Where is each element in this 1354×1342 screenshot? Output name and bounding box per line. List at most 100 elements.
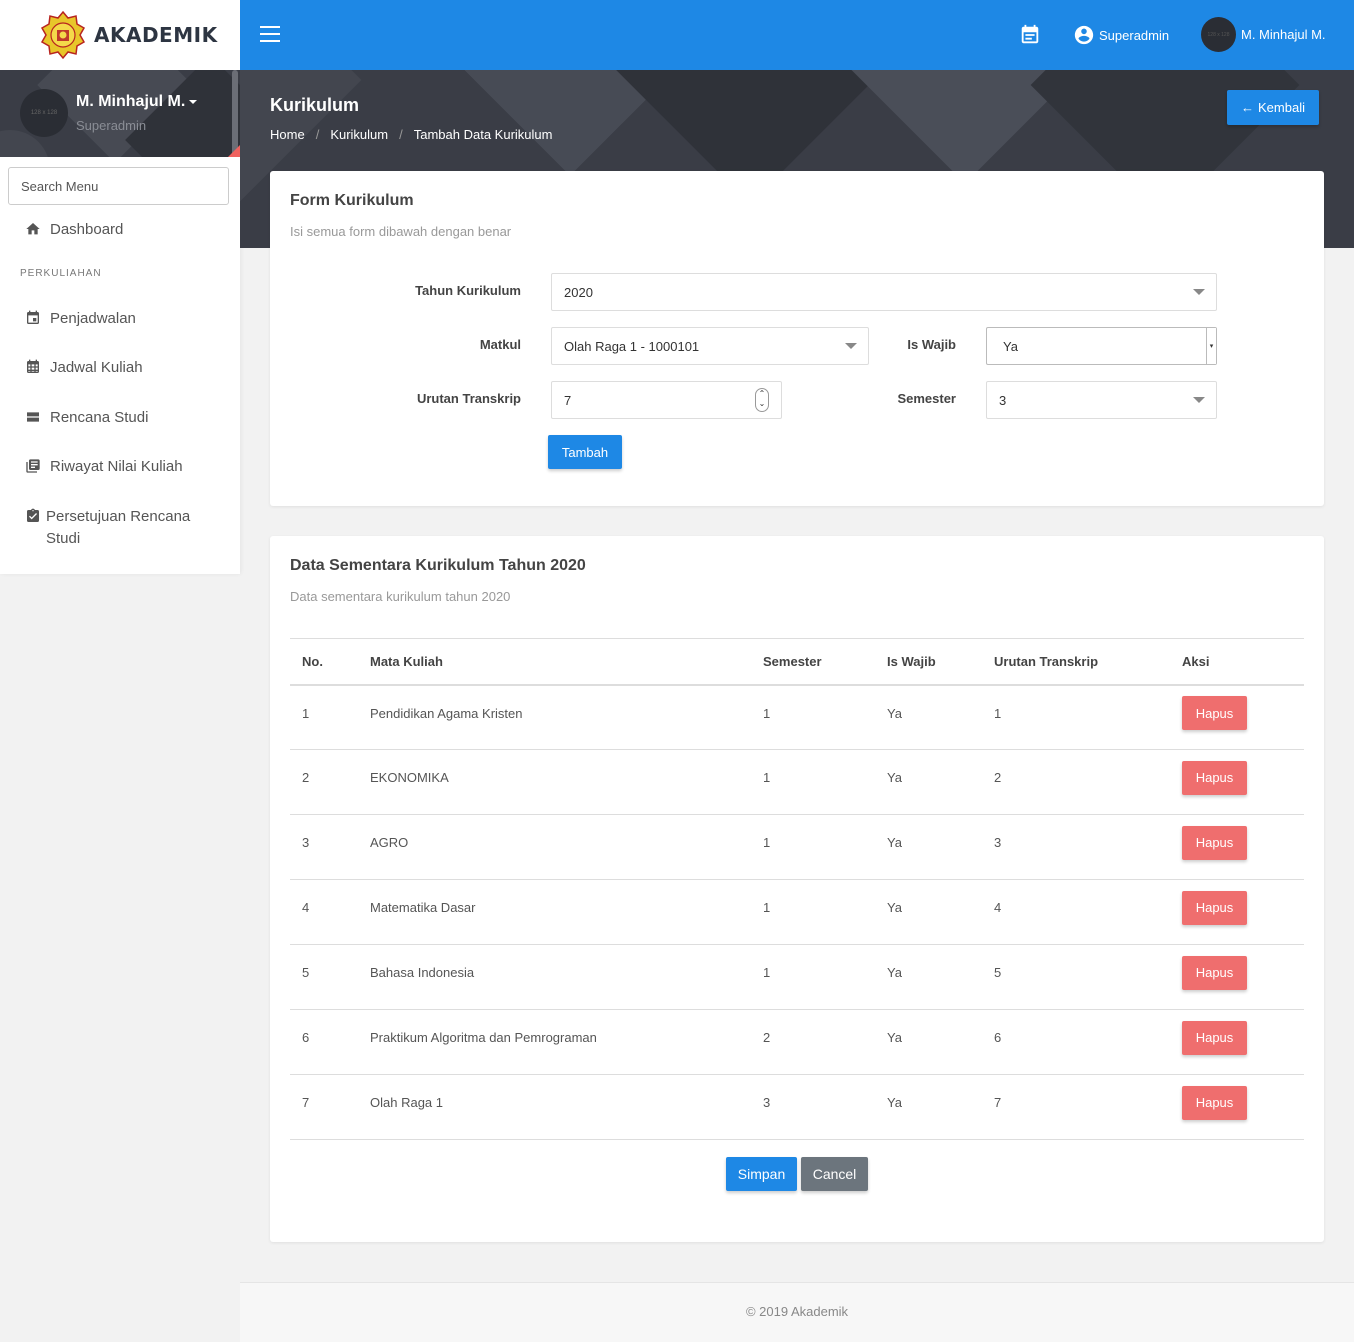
decor-corner [228,145,240,157]
page-title: Kurikulum [270,95,360,115]
simpan-button[interactable]: Simpan [726,1157,797,1191]
table-row: 2 EKONOMIKA 1 Ya 2 Hapus [290,749,1304,815]
data-card: Data Sementara Kurikulum Tahun 2020 Data… [270,536,1324,1242]
table-row: 5 Bahasa Indonesia 1 Ya 5 Hapus [290,944,1304,1010]
cell-semester: 1 [751,684,875,750]
cell-wajib: Ya [875,944,982,1010]
caret-down-icon [189,99,198,104]
tahun-select[interactable]: 2020 [551,273,1217,311]
cell-matkul: AGRO [358,814,751,880]
hapus-button[interactable]: Hapus [1182,890,1247,925]
calendar-grid-icon [27,359,39,373]
col-no: No. [290,638,358,686]
cell-semester: 1 [751,814,875,880]
col-aksi: Aksi [1170,638,1304,686]
hapus-button[interactable]: Hapus [1182,696,1247,730]
cell-semester: 3 [751,1074,875,1140]
breadcrumb-home[interactable]: Home [270,127,305,142]
table-row: 1 Pendidikan Agama Kristen 1 Ya 1 Hapus [290,684,1304,750]
form-card: Form Kurikulum Isi semua form dibawah de… [270,171,1324,506]
hapus-button[interactable]: Hapus [1182,1020,1247,1055]
user-menu[interactable]: 128 x 128 M. Minhajul M. [1201,17,1326,52]
sidebar-item-penjadwalan[interactable]: Penjadwalan [25,308,136,330]
user-menu-toggle[interactable]: M. Minhajul M. [76,93,198,111]
matkul-label: Matkul [479,337,521,352]
sidebar-item-rencana-studi[interactable]: Rencana Studi [25,407,148,429]
wajib-select[interactable]: Ya ▾ [986,327,1217,365]
matkul-value: Olah Raga 1 - 1000101 [564,338,700,354]
cell-matkul: Pendidikan Agama Kristen [358,684,751,750]
calendar-icon[interactable] [1019,24,1041,46]
sidebar: AKADEMIK 128 x 128 M. Minhajul M. Supera… [0,0,240,574]
matkul-select[interactable]: Olah Raga 1 - 1000101 [551,327,869,365]
semester-select[interactable]: 3 [986,381,1217,419]
search-menu-input[interactable] [8,167,229,205]
form-title: Form Kurikulum [290,192,414,209]
cell-aksi: Hapus [1170,684,1304,750]
breadcrumb-kurikulum[interactable]: Kurikulum [330,127,388,142]
form-subtitle: Isi semua form dibawah dengan benar [290,224,512,239]
university-logo-icon [40,10,86,60]
cancel-button[interactable]: Cancel [801,1157,868,1191]
home-icon [26,223,40,235]
arrow-left-icon: ← [1241,100,1255,115]
semester-value: 3 [999,392,1007,408]
cell-matkul: EKONOMIKA [358,749,751,815]
cell-aksi: Hapus [1170,879,1304,945]
back-button[interactable]: ← Kembali [1227,90,1319,125]
brand-name: AKADEMIK [94,23,218,47]
cell-wajib: Ya [875,684,982,750]
clipboard-check-icon [27,508,39,522]
col-semester: Semester [751,638,875,686]
breadcrumb-current: Tambah Data Kurikulum [413,127,553,142]
sidebar-scrollbar[interactable] [232,70,238,157]
native-select-arrow-icon: ▾ [1206,328,1216,364]
cell-no: 5 [290,944,358,1010]
sidebar-item-dashboard[interactable]: Dashboard [25,219,123,241]
sidebar-item-persetujuan[interactable]: Persetujuan Rencana Studi [25,506,215,550]
user-panel: 128 x 128 M. Minhajul M. Superadmin [0,70,240,157]
table-row: 3 AGRO 1 Ya 3 Hapus [290,814,1304,880]
hapus-button[interactable]: Hapus [1182,955,1247,990]
cell-aksi: Hapus [1170,944,1304,1010]
breadcrumb: Home / Kurikulum / Tambah Data Kurikulum [270,127,552,142]
cell-semester: 1 [751,749,875,815]
hapus-button[interactable]: Hapus [1182,1085,1247,1120]
hapus-button[interactable]: Hapus [1182,760,1247,795]
sidebar-item-label: Riwayat Nilai Kuliah [50,458,183,475]
cell-no: 1 [290,684,358,750]
table-row: 7 Olah Raga 1 3 Ya 7 Hapus [290,1074,1304,1140]
sidebar-item-label: Jadwal Kuliah [50,359,143,376]
tambah-button[interactable]: Tambah [548,435,622,469]
cell-urutan: 4 [982,879,1170,945]
cell-matkul: Matematika Dasar [358,879,751,945]
sidebar-item-riwayat-nilai[interactable]: Riwayat Nilai Kuliah [25,456,183,478]
data-subtitle: Data sementara kurikulum tahun 2020 [290,589,511,604]
cell-aksi: Hapus [1170,1009,1304,1075]
brand[interactable]: AKADEMIK [0,0,240,70]
dropdown-arrow-icon [1193,397,1205,403]
avatar: 128 x 128 [1201,17,1236,52]
sidebar-item-label: Persetujuan Rencana Studi [46,508,191,547]
hapus-button[interactable]: Hapus [1182,825,1247,860]
sidebar-item-label: Rencana Studi [50,409,149,426]
hamburger-menu-icon[interactable] [260,26,280,44]
cell-matkul: Praktikum Algoritma dan Pemrograman [358,1009,751,1075]
cell-urutan: 2 [982,749,1170,815]
footer: © 2019 Akademik [240,1282,1354,1342]
data-title: Data Sementara Kurikulum Tahun 2020 [290,557,586,574]
role-menu[interactable]: Superadmin [1073,24,1169,46]
cell-urutan: 5 [982,944,1170,1010]
list-icon [27,412,39,422]
urutan-number-input[interactable]: 7 ⌃ ⌄ [551,381,782,419]
role-label: Superadmin [1099,27,1170,43]
tahun-label: Tahun Kurikulum [415,283,521,298]
cell-wajib: Ya [875,879,982,945]
kurikulum-table: No. Mata Kuliah Semester Is Wajib Urutan… [290,638,1304,1140]
avatar[interactable]: 128 x 128 [20,89,68,137]
sidebar-item-jadwal-kuliah[interactable]: Jadwal Kuliah [25,357,143,379]
user-role: Superadmin [76,118,147,133]
cell-no: 7 [290,1074,358,1140]
sidebar-item-label: Dashboard [50,221,124,238]
number-spinner-icon[interactable]: ⌃ ⌄ [755,388,769,412]
